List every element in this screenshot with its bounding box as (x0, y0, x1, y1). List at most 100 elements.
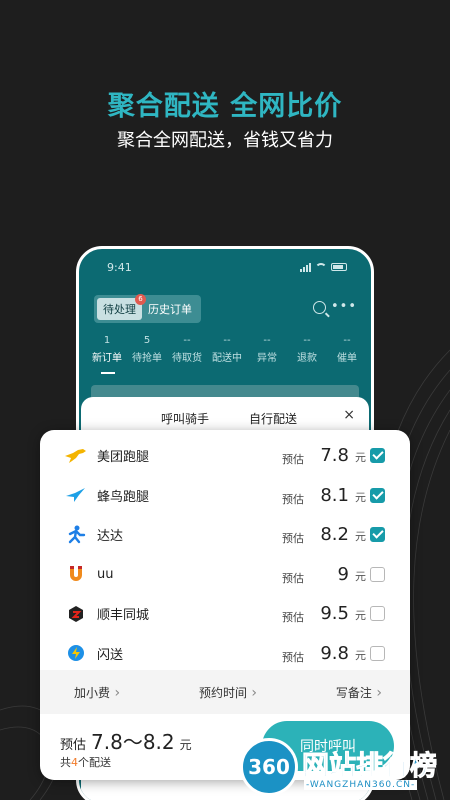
provider-name: uu (97, 566, 114, 582)
close-icon[interactable]: × (343, 407, 355, 423)
status-tab-pickup[interactable]: -- 待取货 (167, 335, 207, 364)
status-tab-refund[interactable]: -- 退款 (287, 335, 327, 364)
estimate-summary: 预估 7.8～8.2 元 (60, 726, 192, 755)
status-tab-label: 退款 (297, 353, 317, 364)
provider-checkbox[interactable] (370, 448, 385, 463)
provider-price: 7.8 元 (320, 445, 366, 466)
fengniao-bird-icon (64, 483, 88, 507)
price-unit: 元 (355, 569, 366, 583)
status-tab-count: -- (303, 335, 311, 346)
estimate-label: 预估 (282, 453, 304, 466)
status-tabs: 1 新订单 5 待抢单 -- 待取货 -- 配送中 -- 异常 -- 退款 -- 催单 (87, 335, 367, 364)
provider-checkbox[interactable] (370, 566, 385, 582)
price-value: 9.5 (320, 603, 349, 624)
more-icon[interactable]: ••• (331, 299, 357, 314)
provider-checkbox[interactable] (370, 645, 385, 661)
status-tab-grab[interactable]: 5 待抢单 (127, 335, 167, 364)
status-tab-count: -- (343, 335, 351, 346)
status-tab-urge[interactable]: -- 催单 (327, 335, 367, 364)
price-value: 7.8 (320, 445, 349, 466)
meituan-kangaroo-icon (64, 444, 88, 468)
watermark-text: 网站排行榜 (302, 751, 438, 783)
tab-pending-label: 待处理 (103, 303, 136, 316)
sheet-tabs: 呼叫骑手 自行配送 (161, 410, 297, 427)
count-prefix: 共 (60, 756, 71, 769)
price-value: 9 (337, 563, 349, 585)
provider-row[interactable]: 闪送 预估 9.8 元 (40, 634, 410, 674)
options-bar: 加小费 预约时间 写备注 (40, 670, 410, 714)
provider-name: 美团跑腿 (97, 450, 150, 466)
status-time: 9:41 (107, 261, 132, 274)
price-unit: 元 (355, 648, 366, 662)
provider-name: 顺丰同城 (97, 608, 150, 624)
schedule-time-button[interactable]: 预约时间 (199, 684, 257, 701)
provider-price: 9 元 (338, 564, 366, 585)
status-tab-count: -- (263, 335, 271, 346)
estimate-range: 7.8～8.2 (91, 730, 175, 754)
status-tab-count: -- (223, 335, 231, 346)
provider-row[interactable]: uu 预估 9 元 (40, 555, 410, 595)
status-tab-count: -- (183, 335, 191, 346)
provider-row[interactable]: 达达 预估 8.2 元 (40, 515, 410, 555)
status-tab-new[interactable]: 1 新订单 (87, 335, 127, 364)
signal-icon (300, 262, 311, 272)
count-suffix: 个配送 (78, 756, 111, 769)
search-icon[interactable] (313, 301, 326, 314)
provider-name: 闪送 (97, 647, 124, 663)
price-unit: 元 (355, 490, 366, 504)
status-tab-count: 1 (103, 335, 111, 346)
status-tab-exception[interactable]: -- 异常 (247, 335, 287, 364)
hero-title: 聚合配送 全网比价 (107, 91, 343, 122)
watermark-url: -WANGZHAN360.CN- (304, 780, 418, 790)
status-tab-label: 配送中 (212, 353, 242, 364)
status-bar: 9:41 (107, 261, 347, 277)
estimate-label: 预估 (282, 492, 304, 506)
provider-row[interactable]: 顺丰同城 预估 9.5 元 (40, 594, 410, 634)
provider-name: 蜂鸟跑腿 (97, 489, 150, 505)
provider-price: 8.1 元 (320, 485, 366, 506)
shansong-bolt-icon (64, 641, 88, 665)
add-tip-button[interactable]: 加小费 (74, 684, 120, 701)
status-tab-count: 5 (143, 335, 151, 346)
active-tab-indicator (101, 372, 115, 374)
estimate-label: 预估 (282, 650, 304, 664)
count-value: 4 (71, 756, 78, 769)
status-tab-label: 新订单 (92, 353, 122, 364)
tab-self-delivery[interactable]: 自行配送 (249, 410, 297, 427)
estimate-unit: 元 (179, 738, 192, 752)
estimate-label: 预估 (282, 571, 304, 585)
provider-checkbox[interactable] (370, 527, 385, 542)
price-unit: 元 (355, 451, 366, 464)
price-value: 8.1 (320, 484, 349, 506)
add-note-button[interactable]: 写备注 (336, 684, 382, 701)
status-tab-delivering[interactable]: -- 配送中 (207, 335, 247, 364)
status-tab-label: 催单 (337, 353, 357, 364)
provider-price: 9.8 元 (320, 643, 366, 664)
shunfeng-logo-icon (64, 602, 88, 626)
uu-magnet-icon (64, 562, 88, 586)
provider-list: 美团跑腿 预估 7.8 元 蜂鸟跑腿 预估 8.1 元 达达 预估 8.2 元 … (40, 436, 410, 673)
estimate-label: 预估 (60, 738, 87, 753)
dada-runner-icon (64, 523, 88, 547)
battery-icon (331, 263, 347, 271)
order-tabs: 待处理 6 历史订单 (94, 294, 201, 323)
tab-pending[interactable]: 待处理 6 (97, 294, 146, 320)
status-tab-label: 异常 (257, 353, 277, 364)
status-tab-label: 待抢单 (132, 353, 162, 364)
watermark-logo: 360 (240, 738, 298, 796)
price-unit: 元 (355, 609, 366, 622)
estimate-label: 预估 (282, 532, 304, 545)
provider-price: 9.5 元 (320, 603, 366, 624)
price-value: 8.2 (320, 524, 349, 545)
provider-row[interactable]: 美团跑腿 预估 7.8 元 (40, 436, 410, 476)
tab-history[interactable]: 历史订单 (142, 298, 198, 320)
provider-checkbox[interactable] (370, 606, 385, 621)
tab-call-rider[interactable]: 呼叫骑手 (161, 410, 209, 427)
price-unit: 元 (355, 530, 366, 543)
hero-subtitle: 聚合全网配送，省钱又省力 (117, 130, 333, 151)
estimate-label: 预估 (282, 611, 304, 624)
price-value: 9.8 (320, 642, 349, 664)
provider-row[interactable]: 蜂鸟跑腿 预估 8.1 元 (40, 476, 410, 516)
provider-name: 达达 (97, 529, 124, 545)
provider-checkbox[interactable] (370, 487, 385, 503)
